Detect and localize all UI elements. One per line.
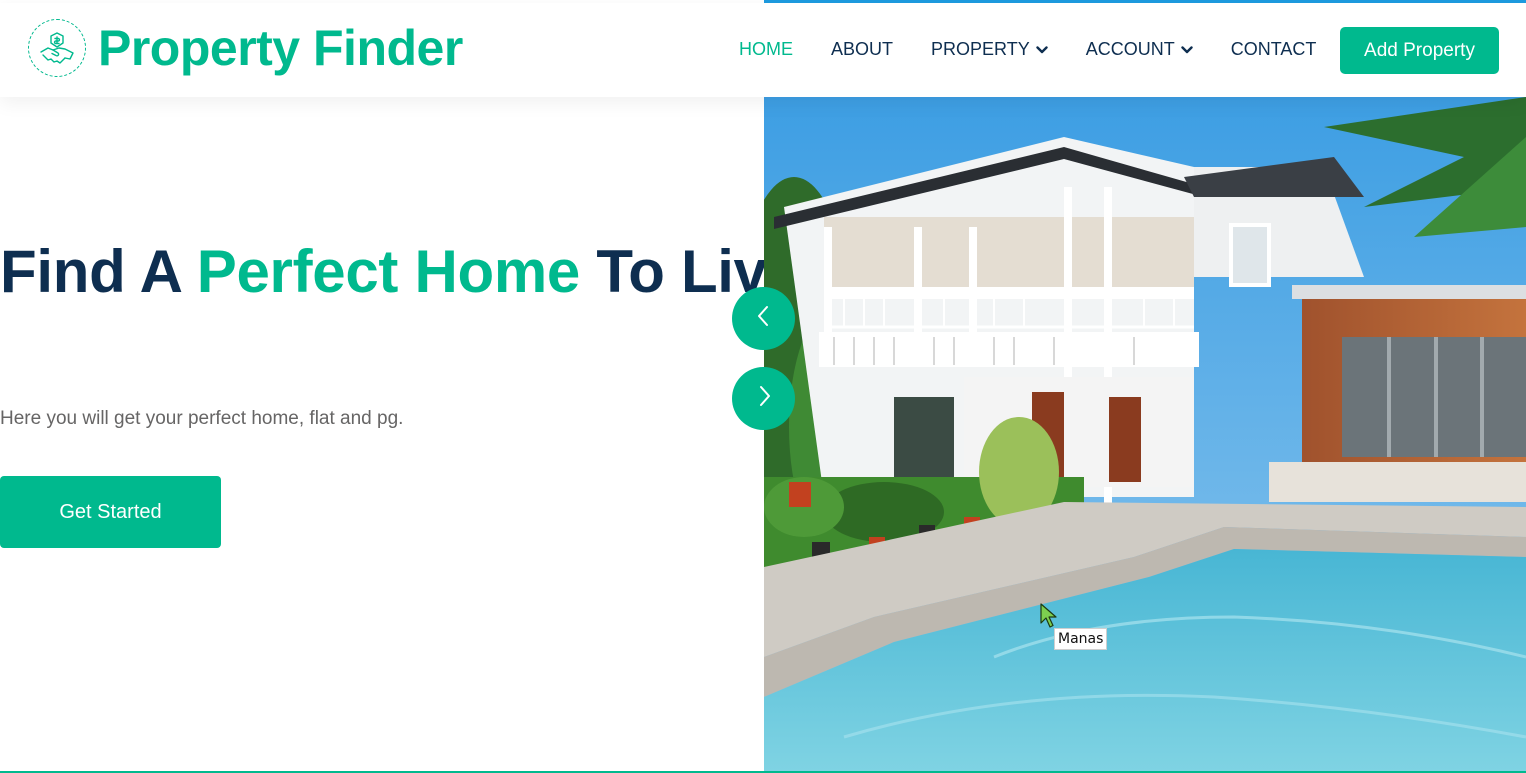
hero-title-part1: Find A — [0, 238, 197, 305]
nav-item-property[interactable]: PROPERTY — [931, 39, 1048, 60]
nav-item-label: ACCOUNT — [1085, 39, 1175, 59]
carousel-prev-button[interactable] — [732, 287, 795, 350]
chevron-down-icon — [1181, 39, 1193, 60]
nav-item-label: CONTACT — [1230, 39, 1317, 59]
navbar: Property Finder HOME ABOUT PROPERTY ACCO… — [0, 3, 1526, 97]
nav-item-label: ABOUT — [831, 39, 894, 59]
add-property-button[interactable]: Add Property — [1340, 27, 1499, 74]
chevron-down-icon — [1036, 39, 1048, 60]
chevron-left-icon — [754, 304, 774, 333]
nav-item-home[interactable]: HOME — [739, 39, 793, 60]
main-nav: HOME ABOUT PROPERTY ACCOUNT CONTACT — [739, 39, 1354, 60]
nav-item-contact[interactable]: CONTACT — [1231, 39, 1317, 60]
hero-title-highlight: Perfect Home — [196, 238, 581, 305]
get-started-button[interactable]: Get Started — [0, 476, 221, 548]
house-with-pool-photo — [764, 97, 1526, 771]
carousel-next-button[interactable] — [732, 367, 795, 430]
brand[interactable]: Property Finder — [28, 19, 463, 77]
handshake-icon — [28, 19, 86, 77]
nav-item-label: PROPERTY — [931, 39, 1030, 59]
brand-name: Property Finder — [98, 20, 463, 76]
hero-subtitle: Here you will get your perfect home, fla… — [0, 408, 404, 429]
nav-item-account[interactable]: ACCOUNT — [1086, 39, 1193, 60]
nav-item-about[interactable]: ABOUT — [831, 39, 893, 60]
nav-item-label: HOME — [739, 39, 793, 59]
cursor-tooltip: Manas — [1054, 628, 1108, 650]
chevron-right-icon — [754, 384, 774, 413]
